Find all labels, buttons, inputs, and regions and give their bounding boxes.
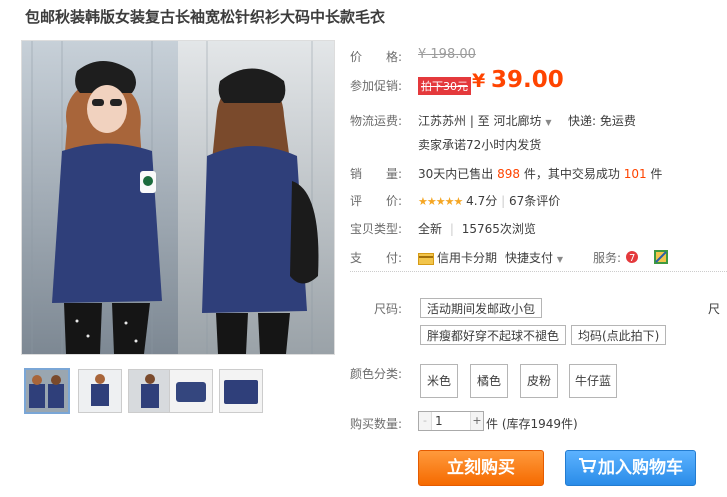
rating-score: 4.7分 [466, 194, 498, 208]
payment-label: 支 付: [350, 251, 403, 265]
price-label: 价 格: [350, 50, 403, 64]
rating-count-link[interactable]: 67条评价 [509, 194, 560, 208]
shipping-route-text: 江苏苏州 | 至 河北廊坊 [418, 114, 542, 128]
item-views: 15765次浏览 [461, 222, 536, 236]
seven-day-return-icon[interactable]: 7 [625, 249, 639, 264]
item-type-label: 宝贝类型: [350, 222, 403, 236]
main-product-image[interactable] [21, 40, 335, 355]
item-type-separator: | [449, 222, 454, 236]
section-divider [350, 271, 727, 273]
payment-card-text: 信用卡分期 [437, 251, 498, 265]
sales-suffix: 件 [650, 167, 663, 181]
credit-card-icon [418, 252, 434, 265]
item-type-info: 全新 | 15765次浏览 [418, 220, 536, 237]
color-option-denim[interactable]: 牛仔蓝 [569, 364, 617, 398]
size-option-2[interactable]: 胖瘦都好穿不起球不褪色 [420, 325, 567, 345]
size-option-1[interactable]: 活动期间发邮政小包 [420, 298, 543, 318]
rating-stars-icon: ★★★★★ [418, 195, 463, 208]
size-overflow-label: 尺 [708, 302, 721, 316]
chevron-down-icon: ▼ [556, 255, 563, 264]
thumbnail-3[interactable] [128, 369, 172, 413]
product-info-panel: 价 格: ¥ 198.00 参加促销: 拍下30元 ¥ 39.00 物流运费: … [350, 0, 727, 497]
promo-currency: ¥ [472, 70, 486, 92]
quantity-input[interactable]: 1 [435, 412, 443, 430]
thumbnail-2[interactable] [78, 369, 122, 413]
shopping-cart-icon [578, 451, 597, 485]
promo-price: 39.00 [491, 67, 564, 93]
quantity-stepper: - 1 + [418, 411, 484, 431]
product-title: 包邮秋装韩版女装复古长袖宽松针织衫大码中长款毛衣 [25, 8, 386, 26]
quantity-stock: 件 (库存1949件) [486, 417, 578, 431]
service-label: 服务: [593, 251, 622, 265]
guarantee-icon[interactable] [654, 249, 668, 264]
shipping-route[interactable]: 江苏苏州 | 至 河北廊坊 ▼ [418, 112, 551, 129]
chevron-down-icon: ▼ [545, 118, 552, 127]
color-option-pink[interactable]: 皮粉 [520, 364, 558, 398]
thumbnail-1[interactable] [24, 368, 70, 414]
thumbnail-4[interactable] [169, 369, 213, 413]
shipping-note: 卖家承诺72小时内发货 [418, 138, 542, 152]
sales-sold-count: 898 [497, 167, 521, 181]
sales-mid: 件，其中交易成功 [523, 167, 620, 181]
payment-quick-text: 快捷支付 [505, 251, 554, 265]
buy-now-button[interactable]: 立刻购买 [418, 450, 544, 486]
shipping-label: 物流运费: [350, 114, 403, 128]
sales-prefix: 30天内已售出 [418, 167, 494, 181]
item-condition: 全新 [418, 222, 443, 236]
size-label: 尺码: [374, 302, 403, 316]
svg-text:7: 7 [629, 253, 635, 264]
promo-tag: 拍下30元 [418, 77, 471, 95]
thumbnail-5[interactable] [219, 369, 263, 413]
rating-separator: | [501, 194, 506, 208]
payment-credit-card[interactable]: 信用卡分期 [418, 249, 497, 266]
rating-info: ★★★★★ 4.7分 | 67条评价 [418, 192, 560, 209]
shipping-express: 快递: 免运费 [568, 114, 636, 128]
color-option-orange[interactable]: 橘色 [470, 364, 508, 398]
quantity-label: 购买数量: [350, 417, 403, 431]
add-to-cart-button[interactable]: 加入购物车 [565, 450, 696, 486]
sales-success-count: 101 [623, 167, 647, 181]
size-option-3[interactable]: 均码(点此拍下) [571, 325, 667, 345]
quantity-decrease-button[interactable]: - [419, 412, 432, 430]
sales-info: 30天内已售出 898 件，其中交易成功 101 件 [418, 165, 662, 182]
color-option-beige[interactable]: 米色 [420, 364, 458, 398]
payment-quick[interactable]: 快捷支付 ▼ [505, 249, 563, 266]
add-to-cart-label: 加入购物车 [598, 458, 683, 478]
quantity-increase-button[interactable]: + [470, 412, 483, 430]
rating-label: 评 价: [350, 194, 403, 208]
sales-label: 销 量: [350, 167, 403, 181]
original-price: ¥ 198.00 [418, 47, 476, 62]
promo-label: 参加促销: [350, 79, 403, 93]
color-label: 颜色分类: [350, 367, 403, 381]
